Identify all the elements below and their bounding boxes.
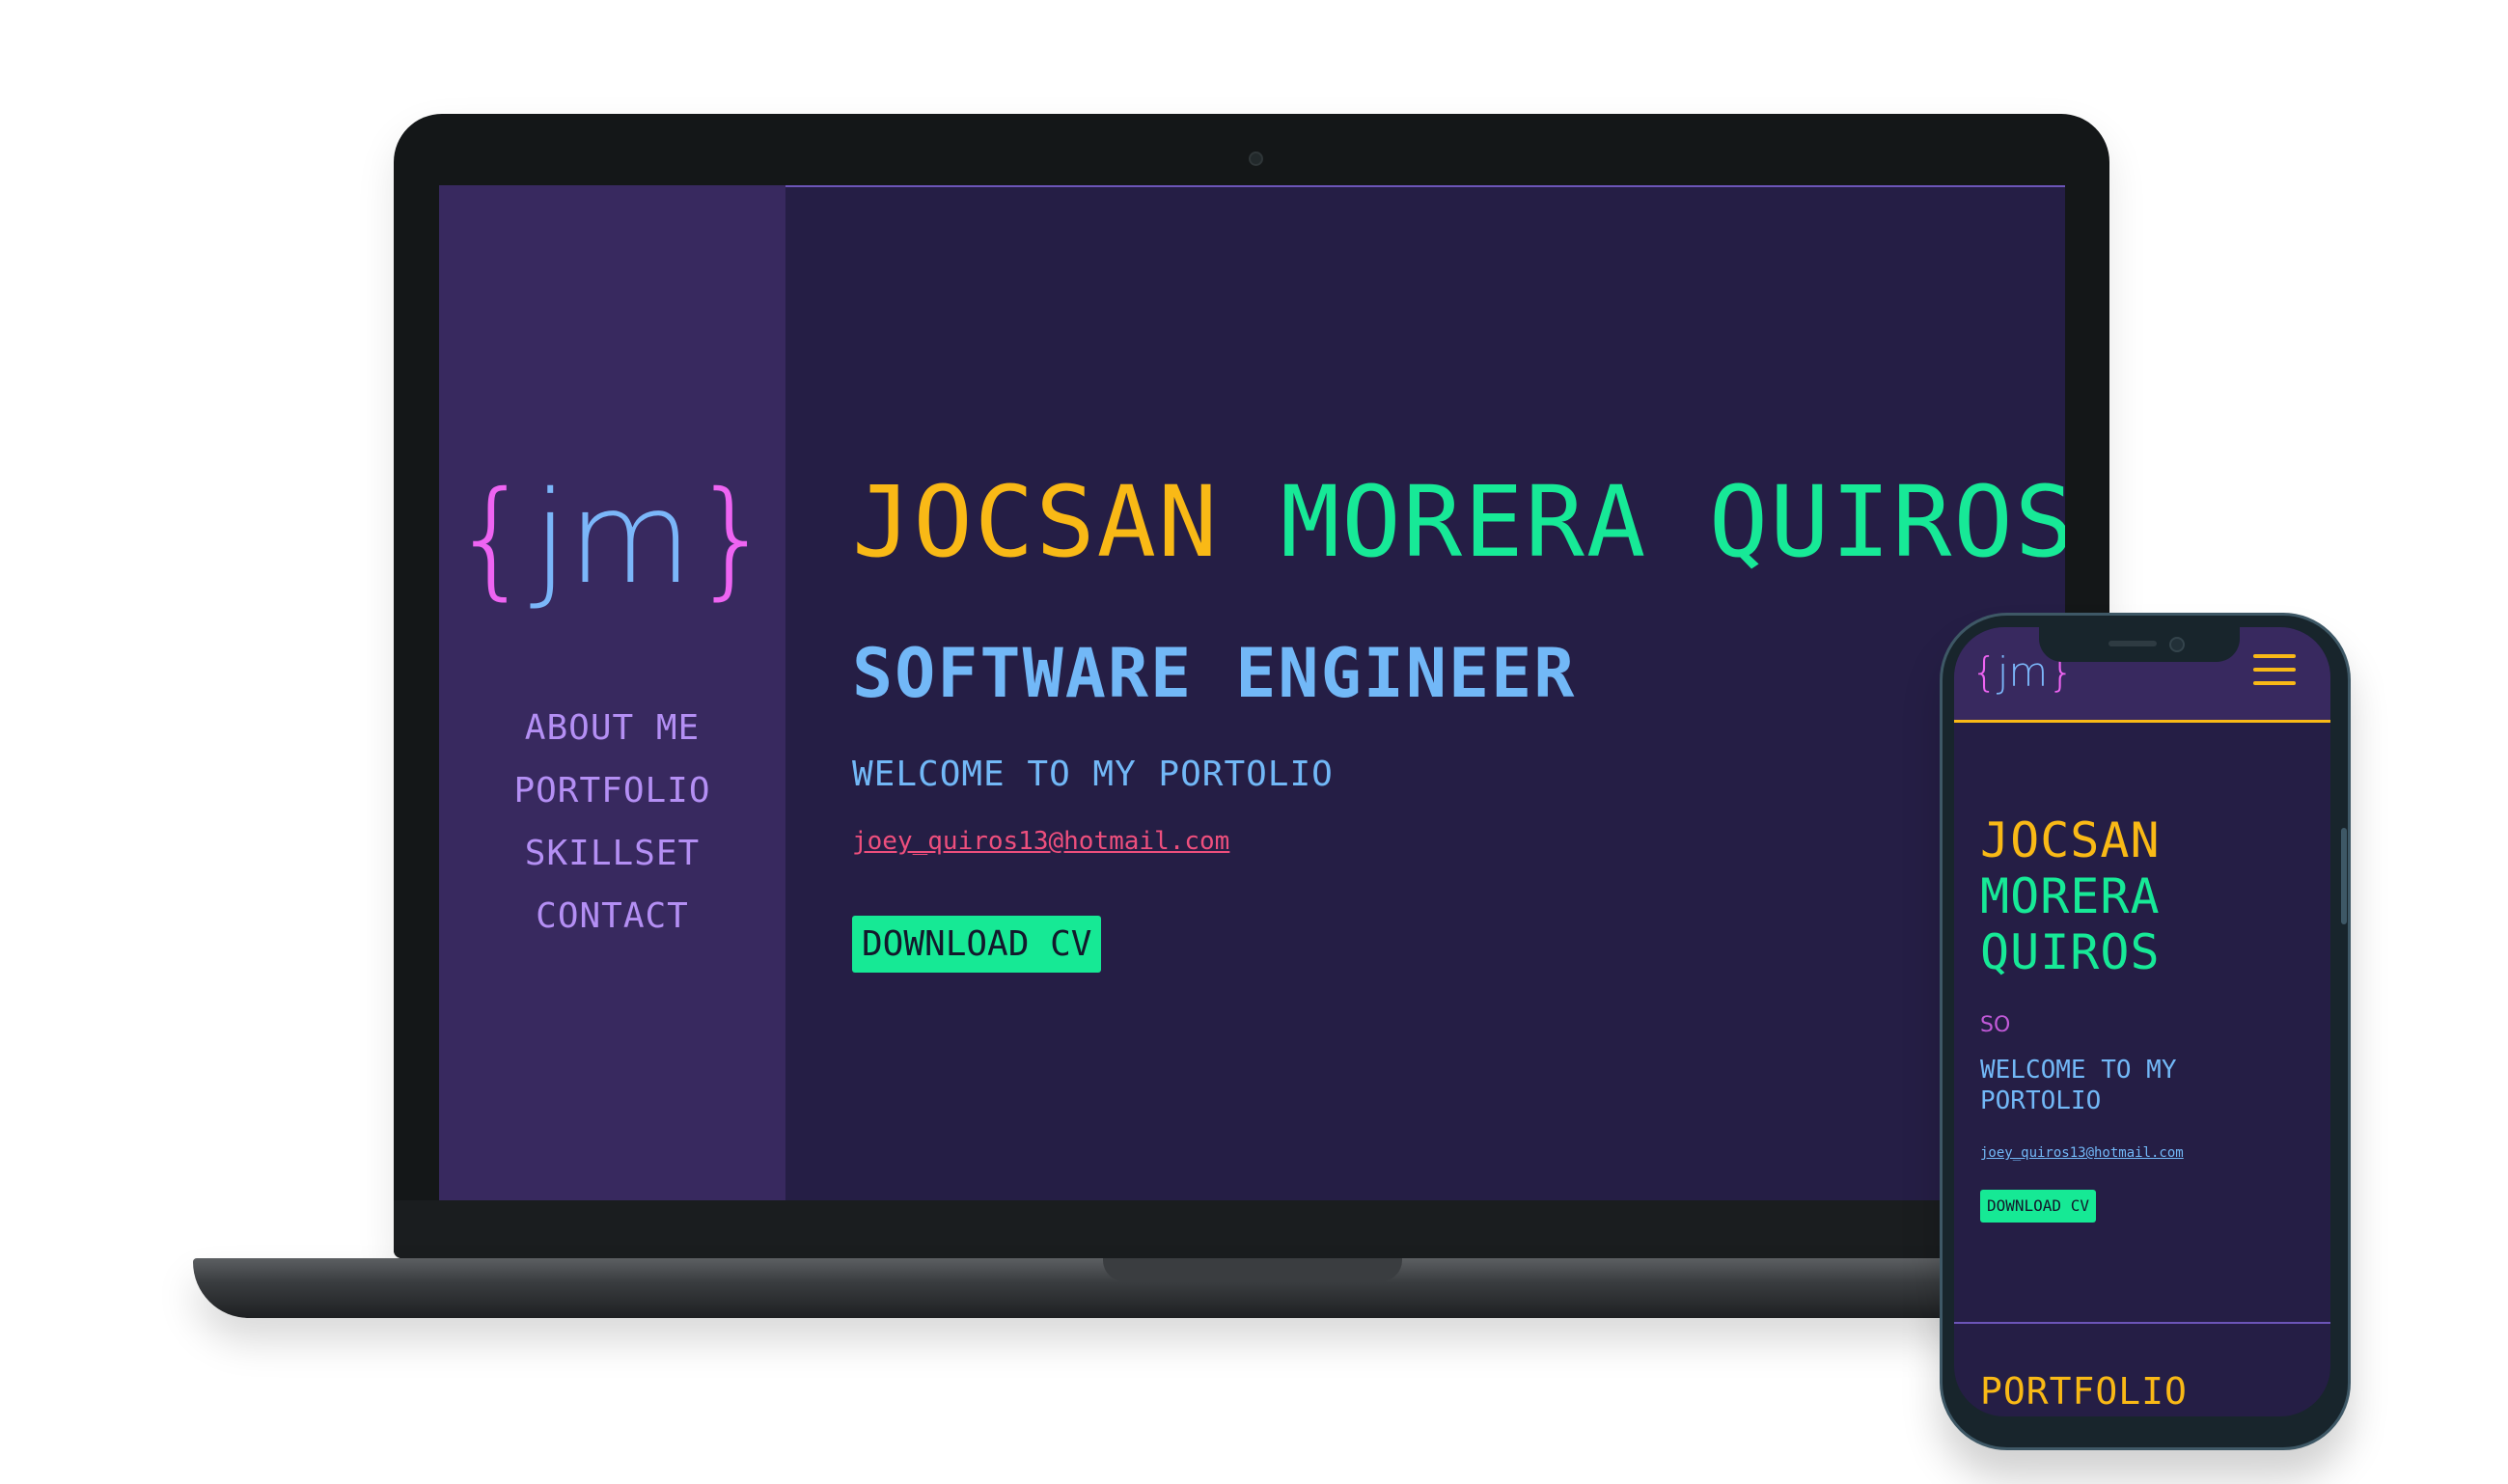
laptop-screen: {jm} ABOUT ME PORTFOLIO SKILLSET CONTACT…	[439, 185, 2065, 1200]
logo-close-brace: }	[692, 464, 774, 613]
phone-section-divider	[1954, 1322, 2330, 1324]
hero-last-name: MORERA QUIROS	[1280, 465, 2065, 580]
email-link[interactable]: joey_quiros13@hotmail.com	[852, 827, 1229, 856]
phone-speaker	[2108, 641, 2157, 646]
download-cv-button[interactable]: DOWNLOAD CV	[852, 916, 1102, 973]
phone-logo-initials: jm	[1997, 648, 2049, 696]
nav-about-me[interactable]: ABOUT ME	[439, 697, 785, 759]
sidebar-nav: ABOUT ME PORTFOLIO SKILLSET CONTACT	[439, 697, 785, 948]
phone-hero-last-name: QUIROS	[1980, 924, 2161, 980]
phone-camera	[2169, 637, 2185, 652]
hero-first-name: JOCSAN	[852, 465, 1220, 580]
hamburger-icon[interactable]	[2253, 654, 2296, 687]
phone-portfolio-heading: PORTFOLIO	[1980, 1370, 2188, 1413]
nav-contact[interactable]: CONTACT	[439, 885, 785, 948]
phone-download-cv-button[interactable]: DOWNLOAD CV	[1980, 1190, 2096, 1223]
phone-email-link[interactable]: joey_quiros13@hotmail.com	[1980, 1145, 2184, 1161]
hero-title: SOFTWARE ENGINEER	[852, 634, 1577, 713]
laptop-bottom-bezel	[394, 1200, 2109, 1258]
hero-welcome: WELCOME TO MY PORTOLIO	[852, 755, 1334, 794]
logo-open-brace: {	[451, 464, 533, 613]
sidebar: {jm} ABOUT ME PORTFOLIO SKILLSET CONTACT	[439, 185, 785, 1200]
laptop-camera	[1249, 151, 1263, 166]
phone-logo-open-brace: {	[1971, 648, 1998, 696]
hero-name: JOCSAN MORERA QUIROS	[852, 465, 2065, 580]
phone-hero-name: JOCSAN MORERA QUIROS	[1980, 812, 2161, 980]
phone-hero-middle-name: MORERA	[1980, 868, 2161, 924]
nav-skillset[interactable]: SKILLSET	[439, 822, 785, 885]
nav-portfolio[interactable]: PORTFOLIO	[439, 759, 785, 822]
phone-hero-subtitle: SO	[1980, 1013, 2011, 1037]
phone-hero-first-name: JOCSAN	[1980, 812, 2161, 868]
site-logo[interactable]: {jm}	[439, 475, 785, 602]
phone-side-button	[2341, 828, 2347, 924]
laptop-opening-notch	[1103, 1258, 1402, 1281]
logo-initials: jm	[532, 464, 693, 613]
phone-hero-welcome: WELCOME TO MY PORTOLIO	[1980, 1056, 2177, 1115]
phone-screen: {jm} JOCSAN MORERA QUIROS SO WELCOME TO …	[1954, 627, 2330, 1416]
